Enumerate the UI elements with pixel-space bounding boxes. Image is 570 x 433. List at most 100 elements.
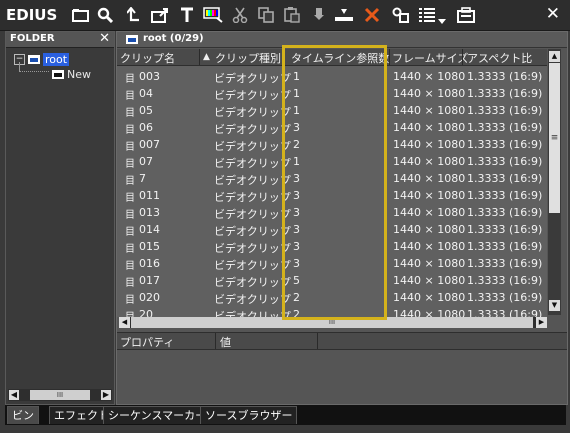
- tree-item-root[interactable]: − root: [14, 52, 70, 66]
- cell-frame-size: 1440 × 1080: [393, 308, 466, 317]
- tree-line: [19, 62, 20, 71]
- column-header-property[interactable]: プロパティ: [120, 334, 174, 350]
- vertical-scrollbar[interactable]: ▲ ≡ ▼: [548, 49, 561, 315]
- scroll-up-icon[interactable]: ▲: [549, 51, 560, 62]
- column-header-clip-name[interactable]: クリップ名: [120, 50, 175, 66]
- title-icon[interactable]: [177, 5, 197, 25]
- column-divider[interactable]: [462, 49, 463, 65]
- cell-aspect: 1.3333 (16:9): [467, 172, 543, 185]
- properties-icon[interactable]: [391, 5, 411, 25]
- cell-frame-size: 1440 × 1080: [393, 240, 466, 253]
- delete-icon[interactable]: [362, 5, 382, 25]
- scroll-left-icon[interactable]: ◀: [9, 390, 19, 400]
- video-clip-icon: 目: [125, 308, 135, 317]
- cell-frame-size: 1440 × 1080: [393, 155, 466, 168]
- folder-panel-title: FOLDER: [10, 33, 55, 44]
- folder-icon: [126, 35, 138, 44]
- column-divider[interactable]: [389, 49, 390, 65]
- cell-clip-name: 014: [139, 223, 160, 236]
- add-to-timeline-icon[interactable]: [309, 5, 329, 25]
- folder-icon: [52, 69, 64, 79]
- cell-clip-name: 017: [139, 274, 160, 287]
- column-header-aspect[interactable]: アスペクト比: [467, 50, 532, 66]
- paste-icon[interactable]: [282, 5, 302, 25]
- column-divider[interactable]: [317, 333, 318, 349]
- cell-clip-name: 016: [139, 257, 160, 270]
- folder-icon: [28, 54, 40, 64]
- cell-clip-type: ビデオクリップ: [214, 259, 291, 272]
- cell-clip-name: 20: [139, 308, 153, 317]
- cell-frame-size: 1440 × 1080: [393, 291, 466, 304]
- color-bars-icon[interactable]: [203, 5, 223, 25]
- tab-bin[interactable]: ビン: [7, 406, 39, 424]
- cell-clip-name: 011: [139, 189, 160, 202]
- cell-aspect: 1.3333 (16:9): [467, 104, 543, 117]
- cell-aspect: 1.3333 (16:9): [467, 155, 543, 168]
- close-button[interactable]: ✕: [546, 4, 560, 24]
- search-icon[interactable]: [95, 5, 115, 25]
- cell-frame-size: 1440 × 1080: [393, 87, 466, 100]
- cell-aspect: 1.3333 (16:9): [467, 223, 543, 236]
- cell-aspect: 1.3333 (16:9): [467, 189, 543, 202]
- scroll-right-icon[interactable]: ▶: [101, 390, 111, 400]
- folder-panel-header: FOLDER ✕: [6, 31, 114, 48]
- scroll-left-icon[interactable]: ◀: [119, 317, 130, 328]
- cell-aspect: 1.3333 (16:9): [467, 274, 543, 287]
- video-clip-icon: 目: [125, 159, 135, 170]
- copy-icon[interactable]: [256, 5, 276, 25]
- cell-clip-name: 013: [139, 206, 160, 219]
- video-clip-icon: 目: [125, 176, 135, 187]
- cell-aspect: 1.3333 (16:9): [467, 70, 543, 83]
- cell-clip-type: ビデオクリップ: [214, 310, 291, 317]
- cell-frame-size: 1440 × 1080: [393, 223, 466, 236]
- scroll-right-icon[interactable]: ▶: [536, 317, 547, 328]
- import-icon[interactable]: [150, 5, 170, 25]
- scroll-thumb[interactable]: ≡: [549, 63, 560, 213]
- scroll-thumb[interactable]: III: [30, 390, 90, 400]
- cut-icon[interactable]: [230, 5, 250, 25]
- cell-frame-size: 1440 × 1080: [393, 121, 466, 134]
- sort-ascending-icon: ▲: [203, 52, 210, 62]
- properties-header: プロパティ 値: [117, 332, 567, 350]
- cell-clip-type: ビデオクリップ: [214, 174, 291, 187]
- toolbar: EDIUS ✕: [0, 0, 570, 31]
- folder-horizontal-scrollbar[interactable]: ◀ III ▶: [8, 389, 112, 401]
- insert-to-timeline-icon[interactable]: [334, 5, 354, 25]
- scroll-down-icon[interactable]: ▼: [549, 300, 560, 311]
- video-clip-icon: 目: [125, 227, 135, 238]
- cell-aspect: 1.3333 (16:9): [467, 240, 543, 253]
- tab-sequence-markers[interactable]: シーケンスマーカー: [103, 406, 212, 424]
- cell-clip-type: ビデオクリップ: [214, 106, 291, 119]
- tree-item-label: New: [67, 67, 91, 81]
- cell-frame-size: 1440 × 1080: [393, 206, 466, 219]
- tree-item-new[interactable]: New: [52, 67, 91, 81]
- cell-clip-type: ビデオクリップ: [214, 191, 291, 204]
- video-clip-icon: 目: [125, 244, 135, 255]
- column-divider[interactable]: [199, 49, 200, 65]
- cell-clip-type: ビデオクリップ: [214, 123, 291, 136]
- view-mode-icon[interactable]: [417, 5, 437, 25]
- cell-clip-type: ビデオクリップ: [214, 293, 291, 306]
- folder-icon[interactable]: [70, 5, 90, 25]
- tab-source-browser[interactable]: ソースブラウザー: [200, 406, 298, 424]
- dropdown-icon[interactable]: [437, 11, 447, 31]
- panel-tabs: ビン エフェクト シーケンスマーカー ソースブラウザー: [5, 405, 566, 425]
- column-divider[interactable]: [215, 333, 216, 349]
- folder-panel-close-icon[interactable]: ✕: [99, 31, 110, 46]
- cell-aspect: 1.3333 (16:9): [467, 121, 543, 134]
- cell-clip-name: 05: [139, 104, 153, 117]
- bin-switch-icon[interactable]: [456, 5, 476, 25]
- cell-clip-name: 003: [139, 70, 160, 83]
- video-clip-icon: 目: [125, 193, 135, 204]
- tree-item-label: root: [43, 52, 70, 66]
- video-clip-icon: 目: [125, 210, 135, 221]
- column-header-clip-type[interactable]: クリップ種別: [215, 50, 281, 66]
- bin-window: EDIUS ✕ FOLDER ✕ − root New ◀ III ▶ root…: [0, 0, 570, 433]
- up-icon[interactable]: [124, 5, 144, 25]
- video-clip-icon: 目: [125, 142, 135, 153]
- app-title: EDIUS: [6, 6, 58, 24]
- column-header-value[interactable]: 値: [220, 334, 231, 350]
- cell-aspect: 1.3333 (16:9): [467, 257, 543, 270]
- column-header-frame-size[interactable]: フレームサイズ: [392, 50, 468, 66]
- cell-frame-size: 1440 × 1080: [393, 274, 466, 287]
